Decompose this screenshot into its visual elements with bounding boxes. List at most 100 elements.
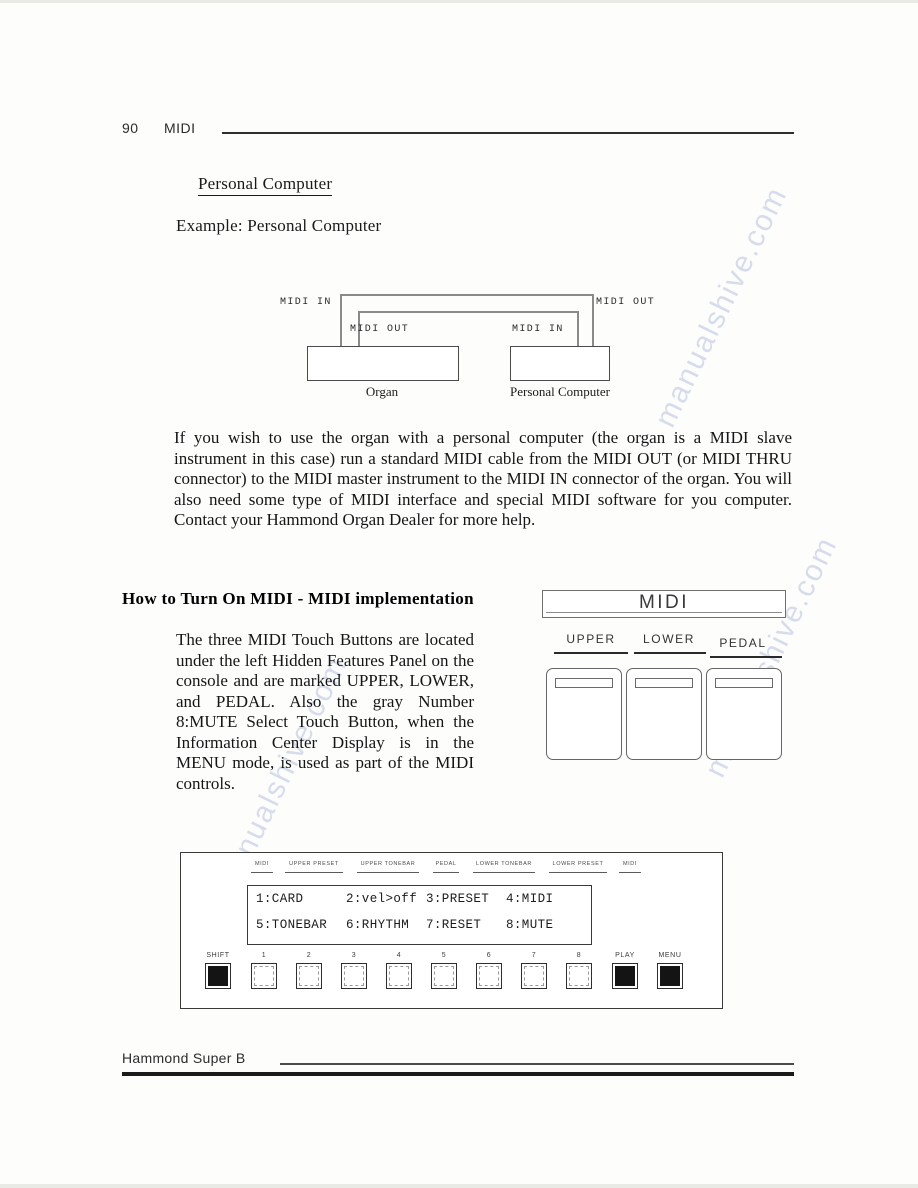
label-organ-midi-out: MIDI OUT [350, 324, 410, 335]
console-button-label-play: PLAY [615, 952, 635, 959]
console-button-8[interactable] [566, 963, 592, 989]
console-button-play[interactable] [612, 963, 638, 989]
cable-outer-right [592, 294, 594, 346]
display-cell-6-rhythm: 6:RHYTHM [346, 918, 410, 932]
footer-thick-rule [122, 1072, 794, 1076]
display-cell-3-preset: 3:PRESET [426, 892, 490, 906]
button-face [299, 966, 319, 986]
console-button-label-6: 6 [486, 952, 492, 959]
console-button-shift[interactable] [205, 963, 231, 989]
console-button-2[interactable] [296, 963, 322, 989]
console-tick-label: MIDI [622, 861, 637, 867]
header-rule [222, 132, 794, 134]
cable-inner-top [358, 311, 579, 313]
manual-page: manualshive.com manualshive.com manualsh… [0, 0, 918, 1188]
midi-touch-button-upper[interactable] [546, 668, 622, 760]
console-button-label-4: 4 [396, 952, 402, 959]
midi-panel-title: MIDI [638, 592, 690, 613]
console-tick-label: PEDAL [435, 861, 457, 867]
console-button-4[interactable] [386, 963, 412, 989]
display-cell-4-midi: 4:MIDI [506, 892, 554, 906]
button-face [434, 966, 454, 986]
touch-button-slot [555, 678, 613, 688]
button-face [615, 966, 635, 986]
console-button-label-1: 1 [261, 952, 267, 959]
midi-panel-underline-pedal [710, 656, 782, 658]
console-button-menu[interactable] [657, 963, 683, 989]
section-heading: How to Turn On MIDI - MIDI implementatio… [122, 589, 474, 608]
console-button-6[interactable] [476, 963, 502, 989]
label-computer-midi-out: MIDI OUT [596, 297, 656, 308]
console-button-label-8: 8 [576, 952, 582, 959]
console-button-label-2: 2 [306, 952, 312, 959]
page-footer: Hammond Super B [122, 1050, 794, 1078]
display-cell-2-veloff: 2:vel>off [346, 892, 418, 906]
organ-device-box [307, 346, 459, 381]
button-face [208, 966, 228, 986]
console-tick-rule [357, 872, 419, 873]
page-number: 90 [122, 120, 139, 136]
console-button-label-shift: SHIFT [206, 952, 230, 959]
console-tick-rule [285, 872, 343, 873]
console-tick-rule [433, 872, 459, 873]
console-button-3[interactable] [341, 963, 367, 989]
console-button-label-7: 7 [531, 952, 537, 959]
body-paragraph-left-column: The three MIDI Touch Buttons are located… [176, 630, 474, 793]
label-computer-midi-in: MIDI IN [512, 324, 564, 335]
console-tick-label: UPPER PRESET [289, 861, 339, 867]
console-button-7[interactable] [521, 963, 547, 989]
scan-edge-bottom [0, 1184, 918, 1188]
computer-device-box [510, 346, 610, 381]
console-control-panel: MIDI UPPER PRESET UPPER TONEBAR PEDAL LO… [180, 852, 723, 1009]
midi-panel-label-pedal: PEDAL [719, 636, 767, 650]
console-tick-label: LOWER TONEBAR [476, 861, 532, 867]
midi-panel-titlebar: MIDI [542, 590, 786, 618]
display-cell-8-mute: 8:MUTE [506, 918, 554, 932]
information-center-display: 1:CARD 2:vel>off 3:PRESET 4:MIDI 5:TONEB… [247, 885, 592, 945]
label-organ-midi-in: MIDI IN [280, 297, 332, 308]
cable-outer-left [340, 294, 342, 346]
display-cell-7-reset: 7:RESET [426, 918, 482, 932]
midi-connection-diagram: MIDI IN MIDI OUT MIDI OUT MIDI IN Organ … [262, 286, 662, 406]
caption-organ: Organ [365, 384, 399, 399]
console-tick-label: MIDI [254, 861, 269, 867]
console-button-label-3: 3 [351, 952, 357, 959]
console-tick-rule [619, 872, 641, 873]
console-button-5[interactable] [431, 963, 457, 989]
display-row-2: 5:TONEBAR 6:RHYTHM 7:RESET 8:MUTE [248, 918, 591, 942]
midi-touch-button-pedal[interactable] [706, 668, 782, 760]
button-face [479, 966, 499, 986]
console-button-label-5: 5 [441, 952, 447, 959]
console-tick-row: MIDI UPPER PRESET UPPER TONEBAR PEDAL LO… [181, 861, 722, 883]
midi-panel-underline-lower [634, 652, 706, 654]
button-face [254, 966, 274, 986]
button-face [524, 966, 544, 986]
display-row-1: 1:CARD 2:vel>off 3:PRESET 4:MIDI [248, 892, 591, 916]
cable-inner-right [577, 311, 579, 346]
body-paragraph-main: If you wish to use the organ with a pers… [174, 428, 792, 529]
console-tick-label: LOWER PRESET [552, 861, 604, 867]
caption-personal-computer: Personal Computer [509, 384, 610, 399]
console-tick-rule [549, 872, 607, 873]
console-tick-label: UPPER TONEBAR [360, 861, 416, 867]
midi-panel-label-upper: UPPER [566, 632, 616, 646]
page-header: 90 MIDI [122, 120, 794, 142]
console-button-1[interactable] [251, 963, 277, 989]
subsection-heading: Personal Computer [198, 174, 333, 196]
touch-button-slot [715, 678, 773, 688]
midi-touch-button-lower[interactable] [626, 668, 702, 760]
watermark: manualshive.com [648, 181, 794, 433]
scan-edge-top [0, 0, 918, 3]
button-face [389, 966, 409, 986]
console-button-label-menu: MENU [658, 952, 682, 959]
display-cell-1-card: 1:CARD [256, 892, 304, 906]
midi-panel-title-rule [546, 612, 782, 613]
console-tick-rule [251, 872, 273, 873]
footer-thin-rule [280, 1063, 794, 1065]
touch-button-slot [635, 678, 693, 688]
button-face [660, 966, 680, 986]
button-face [344, 966, 364, 986]
example-label: Example: Personal Computer [176, 216, 382, 235]
cable-outer-top [340, 294, 594, 296]
button-face [569, 966, 589, 986]
